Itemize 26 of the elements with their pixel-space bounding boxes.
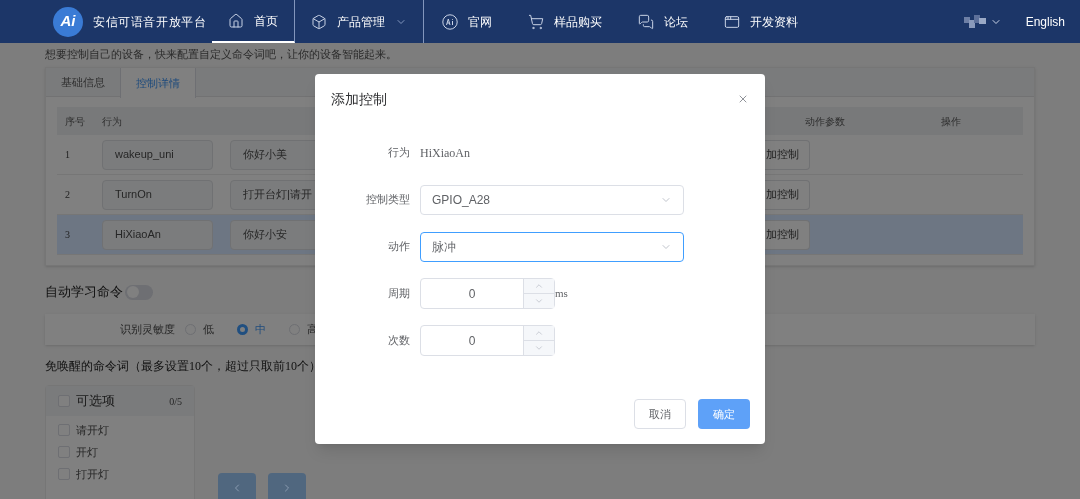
- table-cell-text: 3: [64, 228, 71, 242]
- field-label: 动作: [387, 239, 411, 255]
- intro-text: 想要控制自己的设备，快来配置自定义命令词吧，让你的设备智能起来。: [45, 47, 398, 62]
- option-label: 打开灯: [76, 466, 109, 482]
- column-header: 行为: [101, 114, 123, 129]
- column-header: 序号: [64, 114, 86, 129]
- auto-learn-label: 自动学习命令: [45, 283, 123, 302]
- field-label: 次数: [387, 333, 411, 349]
- field-label: 周期: [387, 286, 411, 302]
- option-label: 请开灯: [76, 422, 109, 438]
- dialog-title: 添加控制: [331, 89, 388, 109]
- table-cell-text: 2: [64, 188, 71, 202]
- sensitivity-label: 识别灵敏度: [120, 322, 175, 338]
- platform-title: 安信可语音开放平台: [93, 13, 207, 31]
- column-header: 动作参数: [804, 114, 846, 129]
- table-cell-text: 1: [64, 148, 71, 162]
- field-label: 控制类型: [365, 192, 411, 208]
- unit-label: ms: [555, 286, 568, 302]
- panel-title: 可选项: [76, 392, 115, 411]
- field-label: 行为: [387, 145, 411, 161]
- option-label: 开灯: [76, 444, 98, 460]
- free-wake-title: 免唤醒的命令词（最多设置10个，超过只取前10个）: [45, 358, 313, 375]
- selection-count: 0/5: [169, 394, 182, 409]
- behavior-value: HiXiaoAn: [420, 144, 470, 162]
- column-header: 操作: [939, 114, 962, 129]
- logo: Ai: [53, 6, 83, 37]
